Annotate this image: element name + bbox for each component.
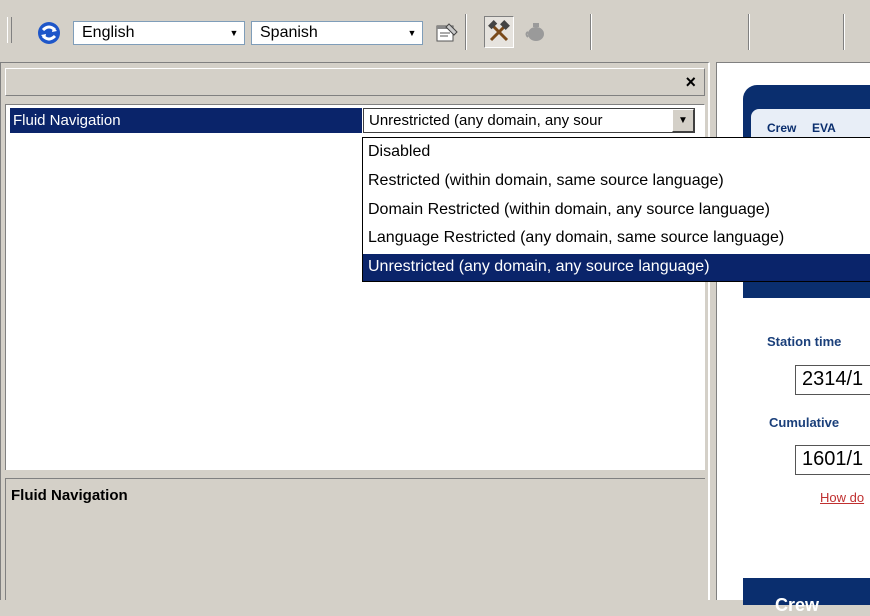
description-title: Fluid Navigation [11,487,128,504]
toolbar: English ▼ Spanish ▼ [0,0,870,62]
toolbar-separator [465,14,467,50]
toolbar-grip[interactable] [7,17,12,43]
panel-titlebar: × [5,68,705,96]
toolbar-separator [843,14,845,50]
toolbar-separator [748,14,750,50]
web-tab-eva[interactable]: EVA [812,121,836,135]
how-link[interactable]: How do [820,490,864,505]
close-icon[interactable]: × [685,71,696,93]
pot-icon[interactable] [521,16,551,48]
property-name[interactable]: Fluid Navigation [10,108,362,133]
dropdown-option[interactable]: Disabled [363,139,870,167]
chevron-down-icon[interactable]: ▼ [227,25,241,41]
source-language-value: English [82,24,135,41]
description-box: Fluid Navigation [5,478,705,600]
property-dropdown-list: Disabled Restricted (within domain, same… [362,137,870,282]
station-time-field: 2314/1 [795,365,870,395]
dropdown-option[interactable]: Domain Restricted (within domain, any so… [363,197,870,225]
toolbar-separator [590,14,592,50]
properties-icon[interactable] [432,16,462,48]
cumulative-label: Cumulative [769,415,840,430]
property-value-select[interactable]: Unrestricted (any domain, any sour ▼ [363,108,695,133]
chevron-down-icon[interactable]: ▼ [672,109,694,132]
web-content: Station time 2314/1 Cumulative 1601/1 Ho… [743,298,870,578]
source-language-select[interactable]: English ▼ [73,21,245,45]
dropdown-option-selected[interactable]: Unrestricted (any domain, any source lan… [363,254,870,281]
chevron-down-icon[interactable]: ▼ [405,25,419,41]
dropdown-option[interactable]: Language Restricted (any domain, same so… [363,225,870,253]
web-footer-title: Crew [775,595,820,615]
dropdown-option[interactable]: Restricted (within domain, same source l… [363,168,870,196]
property-row[interactable]: Fluid Navigation Unrestricted (any domai… [10,108,695,133]
station-time-label: Station time [767,334,842,349]
web-tab-crew[interactable]: Crew [767,121,796,135]
cumulative-field: 1601/1 [795,445,870,475]
target-language-value: Spanish [260,24,318,41]
tools-icon[interactable] [484,16,514,48]
property-value-text: Unrestricted (any domain, any sour [369,112,603,129]
target-language-select[interactable]: Spanish ▼ [251,21,423,45]
sync-icon[interactable] [35,19,65,47]
